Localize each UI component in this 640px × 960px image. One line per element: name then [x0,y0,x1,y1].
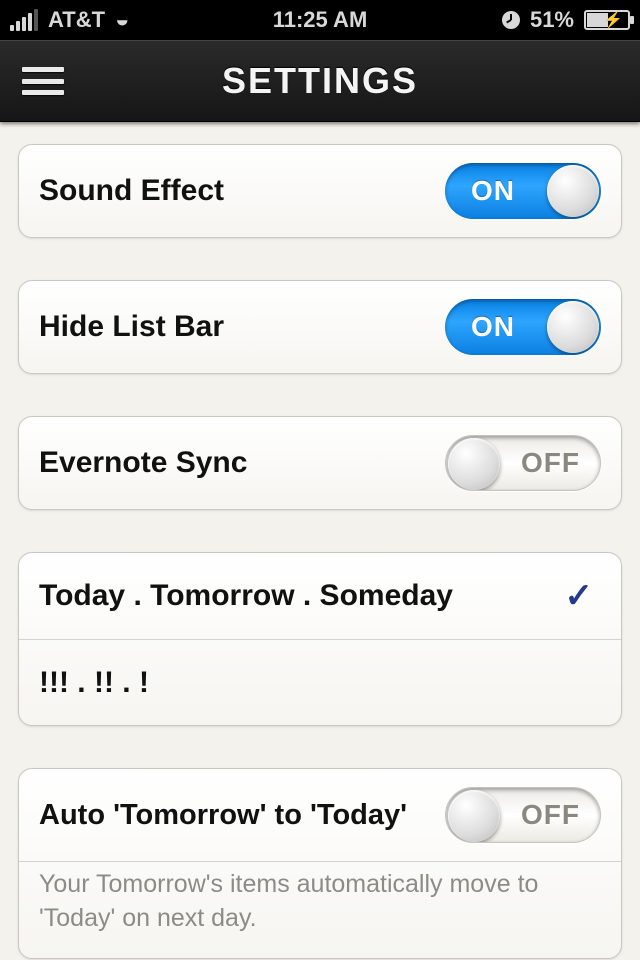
evernote-sync-toggle[interactable]: OFF [445,435,601,491]
setting-card-sound: Sound Effect ON [18,144,622,238]
toggle-on-label: ON [471,163,515,219]
battery-icon: ⚡ [584,10,630,30]
signal-icon [10,9,38,31]
toggle-knob [547,165,599,217]
setting-card-labeling: Today . Tomorrow . Someday ✓ !!! . !! . … [18,552,622,726]
labeling-option-0-label: Today . Tomorrow . Someday [39,579,453,613]
labeling-option-1[interactable]: !!! . !! . ! [19,639,621,725]
nav-bar: SETTINGS [0,40,640,122]
toggle-knob [448,438,500,490]
hide-list-bar-toggle[interactable]: ON [445,299,601,355]
battery-pct: 51% [530,7,574,33]
setting-card-hidelist: Hide List Bar ON [18,280,622,374]
toggle-knob [448,790,500,842]
setting-card-auto-tomorrow: Auto 'Tomorrow' to 'Today' OFF Your Tomo… [18,768,622,959]
setting-card-evernote: Evernote Sync OFF [18,416,622,510]
carrier-label: AT&T [48,7,105,33]
auto-tomorrow-toggle[interactable]: OFF [445,787,601,843]
labeling-option-1-label: !!! . !! . ! [39,666,149,700]
wifi-icon: ◒ [115,6,130,34]
labeling-option-0[interactable]: Today . Tomorrow . Someday ✓ [19,553,621,639]
alarm-icon [502,11,520,29]
toggle-knob [547,301,599,353]
auto-tomorrow-hint: Your Tomorrow's items automatically move… [19,862,621,958]
toggle-off-label: OFF [521,788,580,842]
hamburger-icon [22,67,64,72]
sound-effect-toggle[interactable]: ON [445,163,601,219]
menu-button[interactable] [18,61,68,101]
toggle-off-label: OFF [521,436,580,490]
toggle-on-label: ON [471,299,515,355]
status-bar: AT&T ◒ 11:25 AM 51% ⚡ [0,0,640,40]
page-title: SETTINGS [222,60,418,102]
checkmark-icon: ✓ [565,576,602,616]
sound-effect-label: Sound Effect [39,174,224,208]
settings-content: Sound Effect ON Hide List Bar ON Evernot… [0,122,640,960]
evernote-sync-label: Evernote Sync [39,446,247,480]
auto-tomorrow-label: Auto 'Tomorrow' to 'Today' [39,799,407,832]
hide-list-bar-label: Hide List Bar [39,310,224,344]
